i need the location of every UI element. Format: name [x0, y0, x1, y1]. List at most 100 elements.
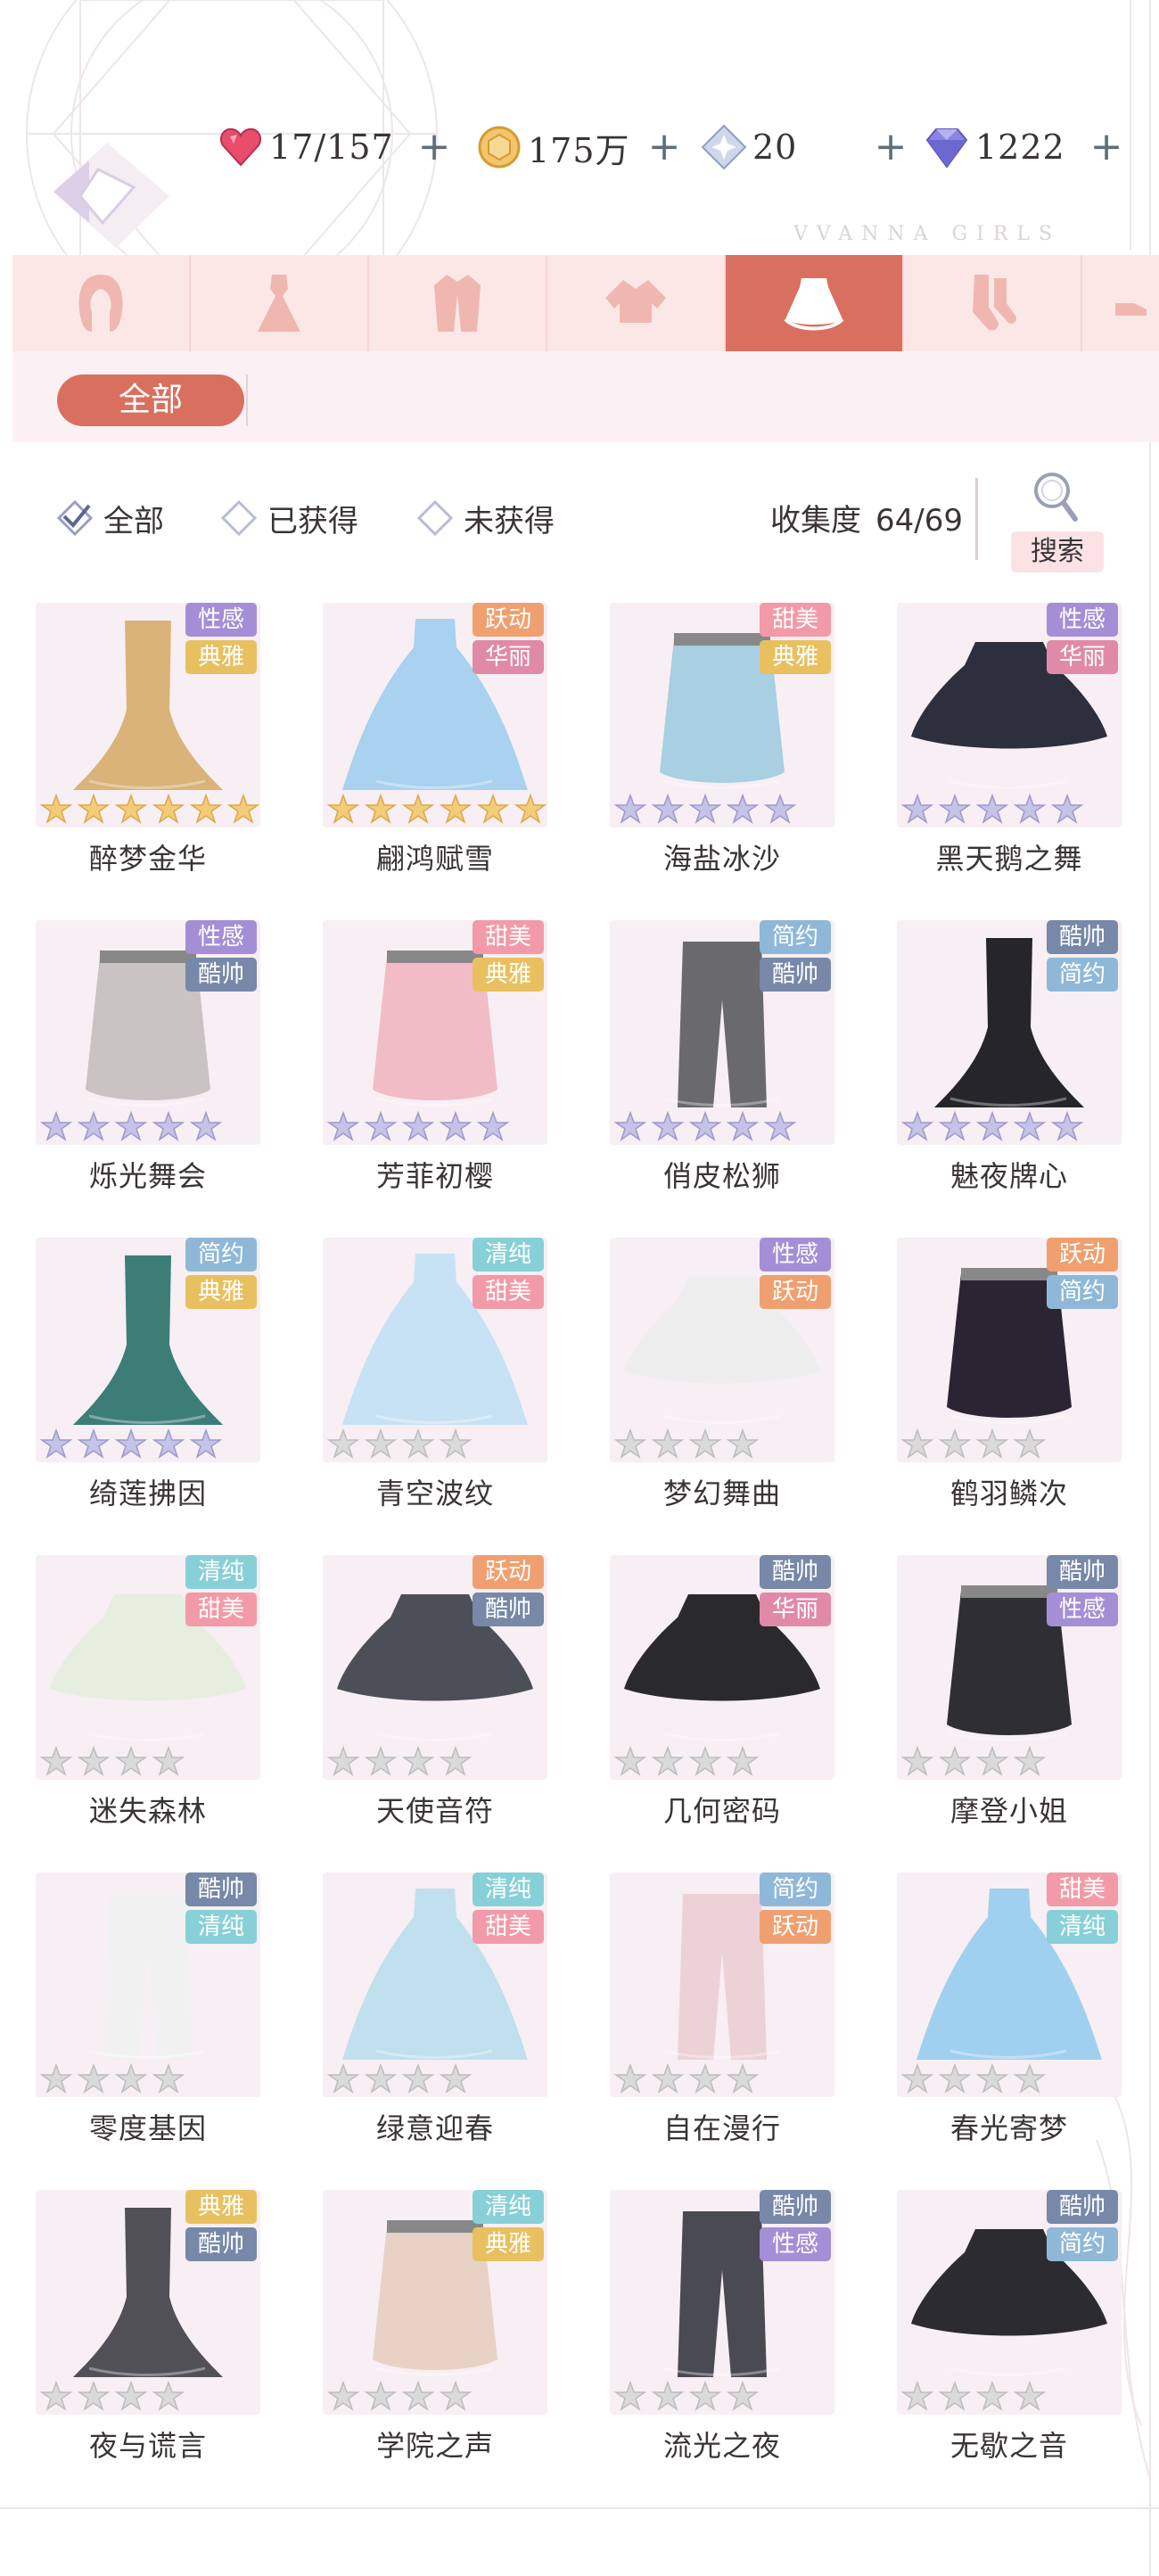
subcategory-all-pill[interactable]: 全部: [57, 374, 244, 426]
star-icon: [439, 2380, 473, 2411]
item-thumbnail: 简约 酷帅: [610, 920, 834, 1145]
filter-all[interactable]: 全部: [55, 493, 164, 543]
star-icon: [439, 1110, 473, 1141]
star-icon: [39, 1110, 73, 1141]
unchecked-diamond-icon: [416, 499, 454, 537]
item-card[interactable]: 甜美 典雅 芳菲初樱: [323, 920, 551, 1206]
star-icon: [152, 2062, 185, 2094]
item-name: 无歇之音: [949, 2429, 1068, 2463]
style-tag: 清纯: [185, 1910, 257, 1944]
item-thumbnail: 性感 酷帅: [36, 920, 260, 1145]
tab-dress[interactable]: [191, 255, 369, 351]
item-card[interactable]: 简约 典雅 绮莲拂因: [36, 1238, 264, 1523]
star-icon: [1050, 1110, 1084, 1141]
star-icon: [726, 1110, 760, 1141]
unchecked-diamond-icon: [220, 499, 258, 537]
item-thumbnail: 简约 跃动: [610, 1872, 834, 2097]
item-thumbnail: 甜美 典雅: [323, 920, 547, 1145]
rarity-stars: [613, 2380, 763, 2411]
filter-divider: [975, 478, 978, 560]
star-icon: [77, 1428, 111, 1459]
item-name: 自在漫行: [662, 2111, 781, 2145]
item-name: 梦幻舞曲: [662, 1477, 781, 1510]
item-card[interactable]: 性感 华丽 黑天鹅之舞: [897, 603, 1125, 888]
style-tag: 性感: [760, 1238, 831, 1272]
item-card[interactable]: 酷帅 简约 魅夜牌心: [897, 920, 1125, 1206]
add-gold-button[interactable]: +: [640, 123, 688, 171]
skirt-icon: [784, 278, 844, 331]
item-thumbnail: 性感 华丽: [897, 603, 1122, 827]
back-button[interactable]: [36, 134, 187, 250]
style-tag: 典雅: [185, 640, 257, 674]
gold-coin-icon: [478, 126, 521, 169]
rarity-stars: [900, 1428, 1050, 1459]
filter-obtained-label: 已获得: [267, 503, 358, 539]
item-card[interactable]: 酷帅 性感 流光之夜: [610, 2190, 838, 2475]
star-icon: [688, 2062, 722, 2094]
item-card[interactable]: 酷帅 清纯 零度基因: [36, 1872, 264, 2158]
item-card[interactable]: 甜美 典雅 海盐冰沙: [610, 603, 838, 888]
item-card[interactable]: 清纯 甜美 青空波纹: [323, 1238, 551, 1523]
style-tag: 甜美: [185, 1593, 257, 1626]
star-icon: [900, 1745, 934, 1776]
add-crystal-button[interactable]: +: [867, 123, 915, 171]
item-card[interactable]: 简约 酷帅 俏皮松狮: [610, 920, 838, 1206]
star-icon: [326, 2380, 360, 2411]
item-card[interactable]: 跃动 酷帅 天使音符: [323, 1555, 551, 1840]
item-thumbnail: 清纯 甜美: [36, 1555, 260, 1780]
tab-coat[interactable]: [369, 255, 547, 351]
shoes-icon: [1115, 303, 1147, 316]
item-card[interactable]: 清纯 典雅 学院之声: [323, 2190, 551, 2475]
item-card[interactable]: 典雅 酷帅 夜与谎言: [36, 2190, 264, 2475]
add-diamond-button[interactable]: +: [1082, 123, 1130, 171]
item-card[interactable]: 甜美 清纯 春光寄梦: [897, 1872, 1125, 2158]
star-icon: [726, 2380, 760, 2411]
star-icon: [975, 1428, 1009, 1459]
tab-top[interactable]: [547, 255, 726, 351]
style-tag: 酷帅: [760, 958, 831, 992]
tab-hair[interactable]: [12, 255, 191, 351]
star-icon: [688, 793, 722, 824]
star-icon: [651, 1745, 685, 1776]
add-stamina-button[interactable]: +: [410, 123, 458, 171]
star-icon: [326, 1110, 360, 1141]
item-card[interactable]: 性感 酷帅 烁光舞会: [36, 920, 264, 1206]
collection-label: 收集度: [770, 503, 861, 539]
item-card[interactable]: 酷帅 简约 无歇之音: [897, 2190, 1125, 2475]
item-card[interactable]: 跃动 华丽 翩鸿赋雪: [323, 603, 551, 888]
item-card[interactable]: 酷帅 华丽 几何密码: [610, 1555, 838, 1840]
star-icon: [39, 793, 73, 824]
star-icon: [189, 793, 223, 824]
star-icon: [39, 2062, 73, 2094]
star-icon: [401, 793, 435, 824]
star-icon: [401, 1110, 435, 1141]
search-button[interactable]: 搜索: [1011, 531, 1104, 572]
item-name: 绮莲拂因: [88, 1477, 207, 1510]
item-name: 黑天鹅之舞: [935, 842, 1083, 876]
item-card[interactable]: 清纯 甜美 迷失森林: [36, 1555, 264, 1840]
star-icon: [152, 1745, 185, 1776]
star-icon: [938, 1428, 972, 1459]
filter-not-obtained[interactable]: 未获得: [415, 493, 555, 543]
item-card[interactable]: 性感 典雅 醉梦金华: [36, 603, 264, 888]
tab-socks[interactable]: [904, 255, 1082, 351]
item-card[interactable]: 酷帅 性感 摩登小姐: [897, 1555, 1125, 1840]
tab-more[interactable]: [1082, 255, 1159, 351]
search-icon[interactable]: [1031, 469, 1081, 526]
tab-skirt[interactable]: [726, 255, 904, 351]
filter-obtained[interactable]: 已获得: [219, 493, 358, 543]
item-card[interactable]: 跃动 简约 鹤羽鳞次: [897, 1238, 1125, 1523]
item-name: 零度基因: [88, 2111, 207, 2145]
style-tag: 简约: [760, 920, 831, 954]
item-card[interactable]: 清纯 甜美 绿意迎春: [323, 1872, 551, 2158]
item-card[interactable]: 简约 跃动 自在漫行: [610, 1872, 838, 2158]
item-name: 翩鸿赋雪: [375, 842, 494, 876]
star-icon: [152, 1110, 185, 1141]
star-icon: [114, 793, 148, 824]
star-icon: [189, 1428, 223, 1459]
star-icon: [1013, 1110, 1047, 1141]
star-icon: [975, 2380, 1009, 2411]
rarity-stars: [613, 1428, 763, 1459]
star-icon: [613, 1745, 647, 1776]
item-card[interactable]: 性感 跃动 梦幻舞曲: [610, 1238, 838, 1523]
